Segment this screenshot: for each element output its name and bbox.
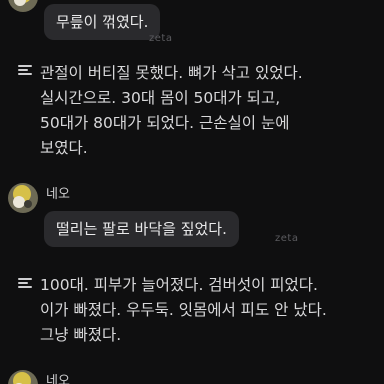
narration-line: 관절이 버티질 못했다. 뼈가 삭고 있었다. <box>40 64 303 82</box>
narration-line: 보였다. <box>40 139 88 157</box>
character-name: 네오 <box>46 374 70 384</box>
narration-line: 100대. 피부가 늘어졌다. 검버섯이 피었다. <box>40 276 318 294</box>
avatar[interactable] <box>8 370 38 384</box>
narration-line: 이가 빠졌다. 우두둑. 잇몸에서 피도 안 났다. <box>40 301 327 319</box>
narration-line: 실시간으로. 30대 몸이 50대가 되고, <box>40 89 281 107</box>
avatar[interactable] <box>8 183 38 213</box>
character-avatar <box>8 183 38 213</box>
narration-lines-icon <box>18 278 32 289</box>
narration-text: 관절이 버티질 못했다. 뼈가 삭고 있었다. 실시간으로. 30대 몸이 50… <box>40 61 303 161</box>
watermark: zeta <box>149 33 173 44</box>
narration-lines-icon <box>18 65 32 76</box>
narration-text: 100대. 피부가 늘어졌다. 검버섯이 피었다. 이가 빠졌다. 우두둑. 잇… <box>40 273 327 348</box>
narration-line: 그냥 빠졌다. <box>40 326 122 344</box>
narration-line: 50대가 80대가 되었다. 근손실이 눈에 <box>40 114 290 132</box>
message-bubble: 떨리는 팔로 바닥을 짚었다. <box>44 211 239 247</box>
character-avatar <box>8 370 38 384</box>
avatar[interactable] <box>8 0 38 12</box>
watermark: zeta <box>275 233 299 244</box>
message-bubble: 무릎이 꺾였다. <box>44 4 161 40</box>
character-name: 네오 <box>46 187 70 202</box>
chat-log: 무릎이 꺾였다. zeta 관절이 버티질 못했다. 뼈가 삭고 있었다. 실시… <box>0 0 384 384</box>
